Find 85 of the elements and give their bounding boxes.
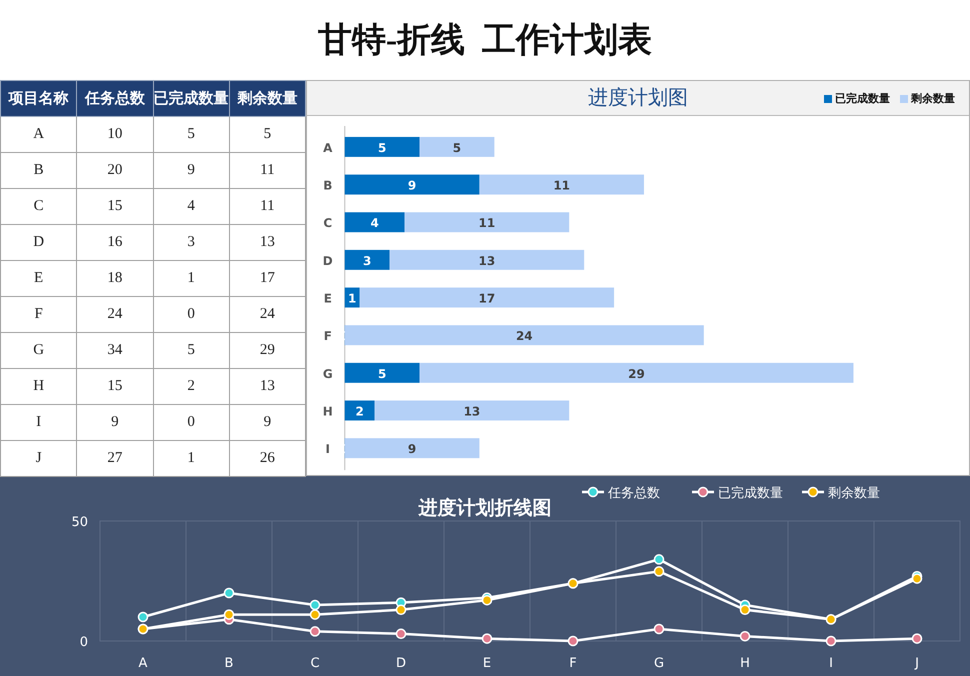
data-label: 2: [356, 404, 364, 418]
axis-label: F: [324, 329, 332, 344]
table-cell: 17: [229, 260, 306, 296]
table-cell: 34: [76, 332, 153, 368]
table-cell: A: [0, 116, 77, 152]
data-label: 24: [516, 329, 533, 344]
table-cell: 9: [229, 404, 306, 440]
table-cell: 13: [229, 224, 306, 260]
column-header: 已完成数量: [153, 80, 230, 116]
table-cell: 4: [153, 188, 230, 224]
axis-label: D: [396, 656, 406, 671]
column-header: 剩余数量: [229, 80, 306, 116]
data-label: 9: [408, 442, 416, 456]
column-header: 项目名称: [0, 80, 77, 116]
table-cell: 15: [76, 368, 153, 404]
data-label: 4: [370, 216, 379, 230]
legend-label: 已完成数量: [835, 91, 890, 106]
axis-label: H: [322, 404, 333, 418]
table-cell: 13: [229, 368, 306, 404]
table-cell: E: [0, 260, 77, 296]
axis-label: J: [915, 656, 919, 671]
axis-label: I: [326, 442, 330, 456]
table-cell: 10: [76, 116, 153, 152]
axis-label: G: [654, 656, 664, 671]
table-cell: B: [0, 152, 77, 188]
data-label: 29: [628, 366, 645, 381]
axis-label: 0: [80, 635, 88, 650]
axis-label: B: [224, 656, 234, 671]
table-cell: H: [0, 368, 77, 404]
axis-label: G: [322, 366, 333, 381]
axis-label: A: [323, 140, 332, 155]
table-cell: 0: [153, 404, 230, 440]
table-cell: 24: [76, 296, 153, 332]
axis-label: I: [829, 656, 833, 671]
data-label: 13: [478, 254, 496, 268]
legend-label: 任务总数: [608, 486, 660, 501]
table-cell: C: [0, 188, 77, 224]
table-cell: D: [0, 224, 77, 260]
table-cell: 18: [76, 260, 153, 296]
data-label: 17: [478, 291, 496, 306]
table-cell: 1: [153, 260, 230, 296]
table-cell: 16: [76, 224, 153, 260]
chart-title: 进度计划图: [588, 86, 688, 112]
page-title: 甘特-折线 工作计划表: [318, 21, 652, 61]
table-cell: 3: [153, 224, 230, 260]
data-label: 13: [464, 404, 480, 418]
table-cell: 9: [153, 152, 230, 188]
data-label: 9: [408, 178, 416, 192]
axis-label: 50: [71, 515, 88, 530]
legend-label: 剩余数量: [911, 91, 955, 106]
axis-label: A: [138, 656, 148, 671]
column-header: 任务总数: [76, 80, 153, 116]
table-cell: 5: [229, 116, 306, 152]
axis-label: H: [740, 656, 750, 671]
table-cell: 24: [229, 296, 306, 332]
data-label: 11: [553, 178, 570, 192]
axis-label: E: [324, 291, 332, 306]
table-cell: 29: [229, 332, 306, 368]
table-cell: 9: [76, 404, 153, 440]
table-cell: 2: [153, 368, 230, 404]
table-cell: 0: [153, 296, 230, 332]
axis-label: B: [323, 178, 332, 192]
axis-label: D: [322, 254, 333, 268]
data-label: 5: [378, 140, 386, 155]
table-cell: 11: [229, 152, 306, 188]
axis-label: E: [482, 656, 492, 671]
table-cell: 15: [76, 188, 153, 224]
table-cell: 20: [76, 152, 153, 188]
table-cell: 5: [153, 332, 230, 368]
chart-title: 进度计划折线图: [418, 497, 552, 519]
table-cell: I: [0, 404, 77, 440]
data-label: 11: [478, 216, 496, 230]
axis-label: F: [569, 656, 577, 671]
table-cell: G: [0, 332, 77, 368]
table-cell: F: [0, 296, 77, 332]
axis-label: C: [310, 656, 320, 671]
table-cell: 11: [229, 188, 306, 224]
data-label: 1: [348, 291, 356, 306]
data-label: 3: [363, 254, 372, 268]
legend-label: 剩余数量: [828, 486, 880, 501]
axis-label: C: [323, 216, 332, 230]
table-cell: 5: [153, 116, 230, 152]
data-label: 5: [378, 366, 386, 381]
legend-label: 已完成数量: [718, 486, 783, 501]
data-label: 5: [452, 140, 462, 155]
